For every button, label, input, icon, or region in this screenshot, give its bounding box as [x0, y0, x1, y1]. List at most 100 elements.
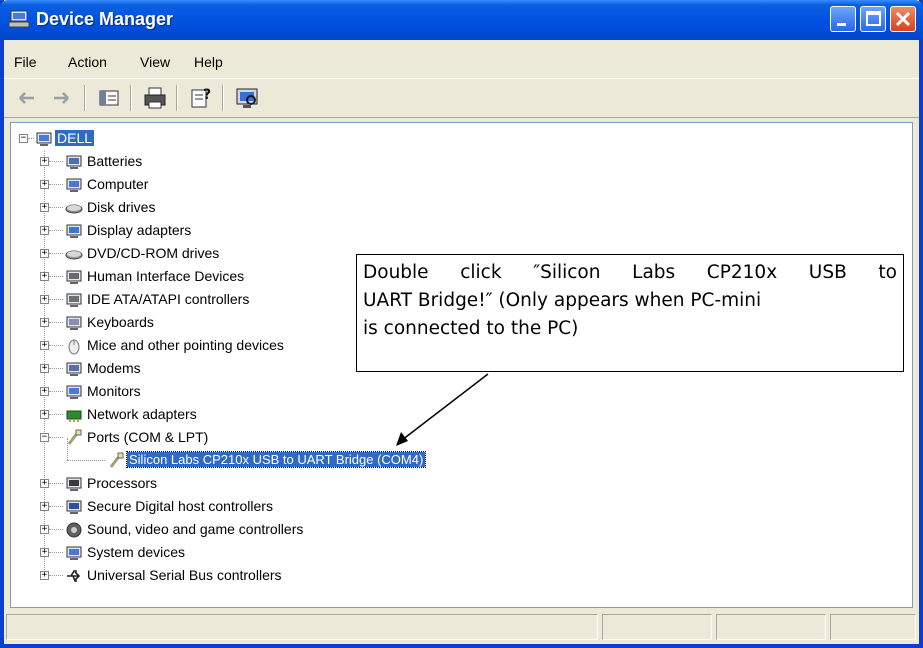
- tree-item-label: Network adapters: [87, 406, 197, 422]
- usb-icon: [67, 570, 81, 582]
- expand-toggle[interactable]: +: [40, 502, 49, 511]
- tree-connector: [49, 161, 63, 163]
- tree-item-label: Monitors: [87, 383, 141, 399]
- expand-toggle[interactable]: +: [40, 525, 49, 534]
- tree-connector: [49, 575, 63, 577]
- tree-category-item[interactable]: + Processors: [11, 473, 711, 495]
- tree-connector: [49, 414, 63, 416]
- expand-toggle[interactable]: +: [40, 548, 49, 557]
- toolbar-separator: [222, 85, 224, 111]
- tree-item-label: Human Interface Devices: [87, 268, 245, 284]
- expand-toggle[interactable]: +: [40, 180, 49, 189]
- close-button[interactable]: [890, 6, 916, 32]
- expand-toggle[interactable]: +: [40, 157, 49, 166]
- tree-item-label: System devices: [87, 544, 186, 560]
- toolbar: ?: [4, 78, 919, 118]
- tree-category-item[interactable]: + System devices: [11, 542, 711, 564]
- battery-icon: [66, 155, 82, 169]
- disk-drive-icon: [65, 204, 83, 214]
- expand-toggle[interactable]: +: [40, 295, 49, 304]
- menu-view[interactable]: View: [140, 54, 170, 70]
- expand-toggle[interactable]: +: [40, 571, 49, 580]
- close-icon: [895, 11, 911, 27]
- callout-line-2: UART Bridge!″ (Only appears when PC-mini: [363, 290, 762, 311]
- tree-item-label: Sound, video and game controllers: [87, 521, 304, 537]
- device-manager-icon: [8, 10, 30, 28]
- tree-item-label: DVD/CD-ROM drives: [87, 245, 220, 261]
- menu-file[interactable]: File: [14, 54, 37, 70]
- tree-connector: [49, 345, 63, 347]
- port-icon: [109, 452, 124, 468]
- collapse-toggle[interactable]: −: [19, 134, 28, 143]
- expand-toggle[interactable]: +: [40, 226, 49, 235]
- tree-item-label: Silicon Labs CP210x USB to UART Bridge (…: [125, 451, 427, 468]
- menu-bar: File Action View Help: [4, 40, 919, 74]
- tree-device-item[interactable]: Silicon Labs CP210x USB to UART Bridge (…: [11, 438, 711, 472]
- tree-category-item[interactable]: − Ports (COM & LPT): [11, 427, 711, 449]
- hid-icon: [66, 270, 82, 284]
- expand-toggle[interactable]: +: [40, 341, 49, 350]
- expand-toggle[interactable]: +: [40, 387, 49, 396]
- callout-line-3: is connected to the PC): [363, 318, 579, 339]
- title-bar[interactable]: Device Manager: [0, 0, 923, 40]
- tree-connector: [49, 368, 63, 370]
- show-hide-console-tree-icon[interactable]: [96, 85, 122, 111]
- tree-item-label: Batteries: [87, 153, 143, 169]
- tree-category-item[interactable]: + Computer: [11, 174, 711, 196]
- tree-category-item[interactable]: + Batteries: [11, 151, 711, 173]
- tree-category-item[interactable]: + Universal Serial Bus controllers: [11, 565, 711, 587]
- minimize-button[interactable]: [830, 6, 856, 32]
- scan-hardware-icon[interactable]: [234, 85, 260, 111]
- computer-icon: [36, 132, 52, 146]
- toolbar-separator: [176, 85, 178, 111]
- window-title: Device Manager: [36, 9, 174, 29]
- svg-text:?: ?: [203, 87, 211, 103]
- expand-toggle[interactable]: +: [40, 249, 49, 258]
- tree-connector: [67, 460, 105, 462]
- tree-root[interactable]: − DELL: [11, 128, 431, 150]
- tree-category-item[interactable]: + Display adapters: [11, 220, 711, 242]
- tree-category-item[interactable]: + Disk drives: [11, 197, 711, 219]
- network-adapter-icon: [66, 410, 82, 422]
- toolbar-separator: [130, 85, 132, 111]
- menu-action[interactable]: Action: [68, 54, 107, 70]
- tree-item-label: Secure Digital host controllers: [87, 498, 273, 514]
- tree-connector: [49, 437, 63, 439]
- status-pane-3: [716, 614, 826, 640]
- tree-category-item[interactable]: + Sound, video and game controllers: [11, 519, 711, 541]
- back-icon[interactable]: [14, 85, 40, 111]
- tree-category-item[interactable]: + Secure Digital host controllers: [11, 496, 711, 518]
- expand-toggle[interactable]: +: [40, 410, 49, 419]
- sound-icon: [66, 522, 82, 538]
- tree-connector: [49, 253, 63, 255]
- mouse-icon: [68, 339, 80, 355]
- collapse-toggle[interactable]: −: [40, 433, 49, 442]
- forward-icon[interactable]: [48, 85, 74, 111]
- status-pane-2: [602, 614, 712, 640]
- tree-connector: [49, 276, 63, 278]
- tree-item-label: Modems: [87, 360, 141, 376]
- display-adapter-icon: [66, 224, 82, 238]
- annotation-callout: Double click ″Silicon Labs CP210x USB to…: [356, 254, 904, 372]
- system-device-icon: [66, 546, 82, 560]
- tree-connector: [49, 552, 63, 554]
- tree-connector: [49, 299, 63, 301]
- expand-toggle[interactable]: +: [40, 318, 49, 327]
- expand-toggle[interactable]: +: [40, 203, 49, 212]
- tree-connector: [49, 391, 63, 393]
- menu-help[interactable]: Help: [194, 54, 223, 70]
- tree-category-item[interactable]: + Monitors: [11, 381, 711, 403]
- print-icon[interactable]: [142, 85, 168, 111]
- tree-root-label: DELL: [55, 130, 95, 146]
- tree-item-label: IDE ATA/ATAPI controllers: [87, 291, 250, 307]
- expand-toggle[interactable]: +: [40, 272, 49, 281]
- tree-item-label: Keyboards: [87, 314, 154, 330]
- maximize-button[interactable]: [860, 6, 886, 32]
- tree-child-connector: [67, 438, 68, 460]
- tree-item-label: Display adapters: [87, 222, 192, 238]
- properties-help-icon[interactable]: ?: [188, 85, 214, 111]
- expand-toggle[interactable]: +: [40, 479, 49, 488]
- expand-toggle[interactable]: +: [40, 364, 49, 373]
- tree-category-item[interactable]: + Network adapters: [11, 404, 711, 426]
- tree-connector: [49, 184, 63, 186]
